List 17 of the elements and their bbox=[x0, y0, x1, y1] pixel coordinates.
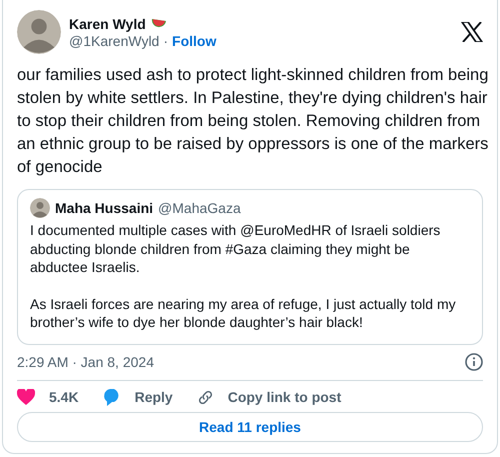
reply-action[interactable]: Reply bbox=[102, 388, 173, 406]
separator: · bbox=[163, 32, 168, 48]
quoted-text: As Israeli forces are nearing my area of refuge, I just actually told my brother’s wife to dye her blonde daughter’s hair black! bbox=[30, 294, 457, 332]
timestamp: 2:29 AM · Jan 8, 2024 bbox=[17, 354, 154, 370]
author-handle: @1KarenWyld bbox=[69, 32, 160, 48]
quoted-author-name: Maha Hussaini bbox=[55, 200, 154, 216]
action-label: 5.4K bbox=[49, 389, 79, 405]
author-name: Karen Wyld bbox=[69, 16, 146, 32]
quoted-author-handle: @MahaGaza bbox=[158, 200, 241, 216]
follow-link[interactable]: Follow bbox=[172, 32, 216, 48]
copy-action[interactable]: Copy link to post bbox=[196, 388, 342, 406]
action-label: Reply bbox=[134, 389, 173, 405]
like-action[interactable]: 5.4K bbox=[17, 389, 79, 405]
read-replies-button[interactable]: Read 11 replies bbox=[17, 412, 483, 442]
action-label: Copy link to post bbox=[228, 389, 342, 405]
quoted-text: I documented multiple cases with @EuroMedHR of Israeli soldiers abducting blonde children from #Gaza claiming they might be abductee Israelis. bbox=[30, 221, 442, 276]
post-text: our families used ash to protect light-skinned children from being stolen by white settlers. In Palestine, they're dying children's hair to stop their children from being stolen. Removing children from an ethnic group to be raised by oppressors is one of the markers of genocide bbox=[17, 65, 489, 178]
